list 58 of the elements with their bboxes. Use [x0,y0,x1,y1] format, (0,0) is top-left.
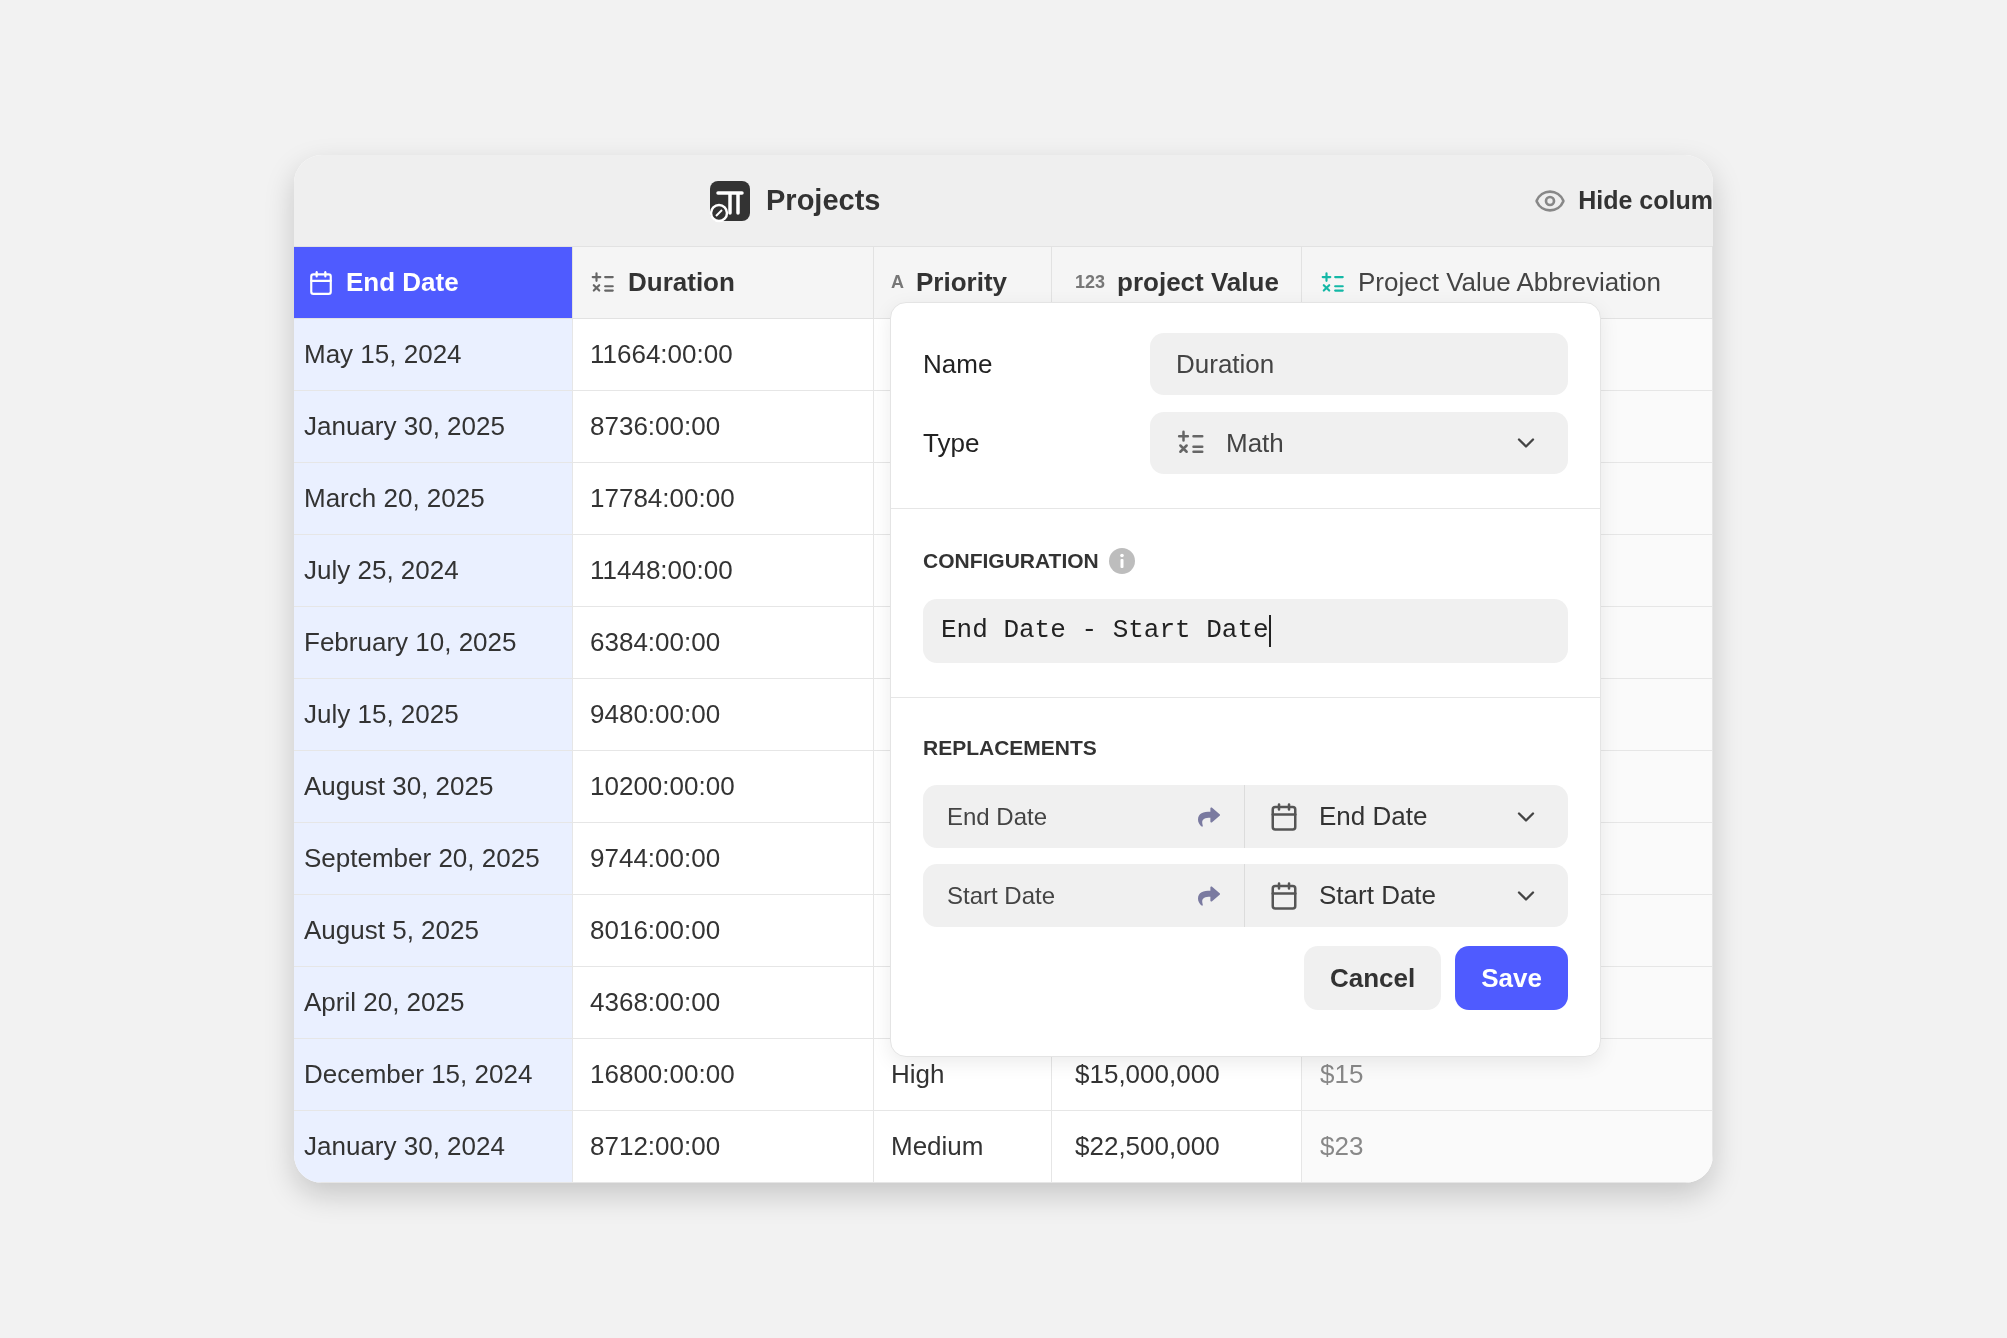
field-label: Name [923,347,994,381]
field-label: Type [923,426,981,460]
table-cell: 4368:00:00 [573,967,874,1039]
table-cell: August 30, 2025 [294,751,573,823]
calendar-icon [1269,880,1299,911]
table-cell: 16800:00:00 [573,1039,874,1111]
column-header[interactable]: Duration [573,247,874,319]
type-dropdown[interactable]: Math [1150,412,1568,474]
field-dropdown[interactable]: Start Date [1245,864,1568,927]
table-cell: 8016:00:00 [573,895,874,967]
variable-label: Start Date [947,880,1056,911]
table-cell: January 30, 2024 [294,1111,573,1183]
table-cell: August 5, 2025 [294,895,573,967]
table-cell: 17784:00:00 [573,463,874,535]
table-cell: 11664:00:00 [573,319,874,391]
table-cell: $22,500,000 [1052,1111,1302,1183]
table-title: Projects [766,182,881,218]
section-heading: REPLACEMENTS [923,734,1098,761]
variable-label: End Date [947,801,1048,832]
column-label: End Date [346,266,459,299]
table-cell: March 20, 2025 [294,463,573,535]
table-cell: April 20, 2025 [294,967,573,1039]
formula-field[interactable]: End Date - Start Date [923,598,1568,663]
table-cell: December 15, 2024 [294,1039,573,1111]
type-glyph: A [891,271,904,294]
arrow-icon [1198,884,1220,907]
table-cell: 9480:00:00 [573,679,874,751]
column-label: Priority [916,266,1008,299]
hide-columns-button[interactable]: Hide colum [1534,181,1713,220]
column-header[interactable]: End Date [294,247,573,319]
calendar-icon [308,269,334,296]
calendar-icon [1269,801,1299,832]
section-heading: CONFIGURATION [923,548,1099,574]
table-cell: July 15, 2025 [294,679,573,751]
column-label: project Value [1117,266,1279,299]
info-icon [1108,547,1135,574]
table-cell: 8712:00:00 [573,1111,874,1183]
save-button[interactable]: Save [1455,946,1568,1010]
column-label: Project Value Abbreviation [1358,266,1662,299]
table-cell: January 30, 2025 [294,391,573,463]
table-cell: $23 [1302,1111,1713,1183]
field-dropdown[interactable]: End Date [1245,785,1568,848]
table-cell: February 10, 2025 [294,607,573,679]
column-label: Duration [628,266,735,299]
cancel-button[interactable]: Cancel [1304,946,1442,1010]
type-glyph: 123 [1075,271,1106,294]
table-cell: 9744:00:00 [573,823,874,895]
table-cell: July 25, 2024 [294,535,573,607]
arrow-icon [1198,805,1220,828]
table-cell: May 15, 2024 [294,319,573,391]
table-cell: 10200:00:00 [573,751,874,823]
table-cell: 8736:00:00 [573,391,874,463]
name-field[interactable]: Duration [1150,333,1568,395]
table-cell: 6384:00:00 [573,607,874,679]
table-cell: Medium [874,1111,1052,1183]
table-cell: September 20, 2025 [294,823,573,895]
table-logo-icon [708,178,752,223]
table-cell: 11448:00:00 [573,535,874,607]
